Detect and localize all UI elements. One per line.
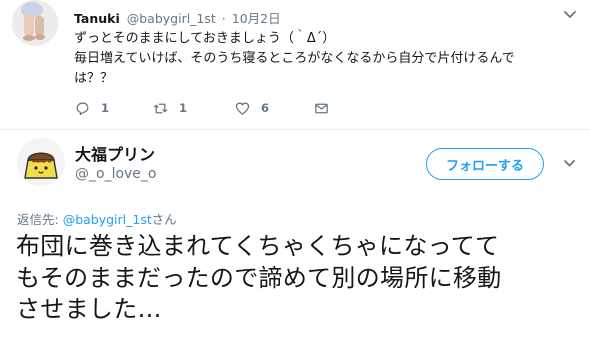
avatar[interactable] [17, 138, 65, 186]
like-button[interactable]: 6 [234, 99, 269, 117]
tweet-text-line: 毎日増えていけば、そのうち寝るところがなくなるから自分で片付けるんで [74, 51, 515, 66]
reply-to-suffix: さん [151, 212, 177, 227]
tweet-header: Tanuki @babygirl_1st · 10月2日 [74, 8, 281, 27]
like-count: 6 [261, 101, 270, 115]
parent-tweet: Tanuki @babygirl_1st · 10月2日 ずっとそのままにしてお… [0, 0, 589, 130]
separator: · [221, 11, 226, 26]
tweet-text: 布団に巻き込まれてくちゃくちゃになってて もそのままだったので諦めて別の場所に移… [16, 231, 586, 326]
message-icon [315, 103, 328, 113]
tweet-text-line: させました… [16, 295, 162, 323]
like-icon [235, 102, 250, 115]
baby-photo-icon [12, 0, 58, 46]
follow-button[interactable]: フォローする [426, 148, 544, 180]
tweet-actions: 1 1 6 [74, 99, 374, 117]
tweet-text-line: もそのままだったので諦めて別の場所に移動 [16, 263, 502, 292]
display-name[interactable]: Tanuki [74, 11, 120, 26]
tweet-text-line: ずっとそのままにしておきましょう（｀Δ´） [74, 31, 336, 46]
retweet-icon [153, 103, 168, 113]
chevron-down-icon[interactable] [563, 159, 576, 168]
retweet-button[interactable]: 1 [152, 99, 187, 117]
reply-context: 返信先: @babygirl_1stさん [17, 209, 177, 228]
retweet-count: 1 [179, 101, 188, 115]
chevron-down-icon[interactable] [563, 10, 577, 20]
reply-count: 1 [101, 101, 110, 115]
display-name[interactable]: 大福プリン [75, 141, 155, 165]
direct-message-button[interactable] [313, 99, 330, 117]
handle[interactable]: @babygirl_1st [127, 11, 216, 26]
avatar[interactable] [12, 0, 58, 46]
reply-to-label: 返信先: [17, 212, 63, 227]
tweet-text: ずっとそのままにしておきましょう（｀Δ´） 毎日増えていけば、そのうち寝るところ… [74, 29, 574, 89]
reply-button[interactable]: 1 [74, 99, 109, 117]
pudding-avatar-icon [17, 138, 65, 186]
tweet-text-line: は？？ [74, 71, 114, 86]
handle[interactable]: @_o_love_o [75, 166, 156, 182]
timestamp[interactable]: 10月2日 [232, 11, 281, 26]
reply-icon [76, 102, 89, 115]
reply-mention-link[interactable]: @babygirl_1st [63, 212, 152, 227]
tweet-text-line: 布団に巻き込まれてくちゃくちゃになってて [16, 232, 500, 260]
